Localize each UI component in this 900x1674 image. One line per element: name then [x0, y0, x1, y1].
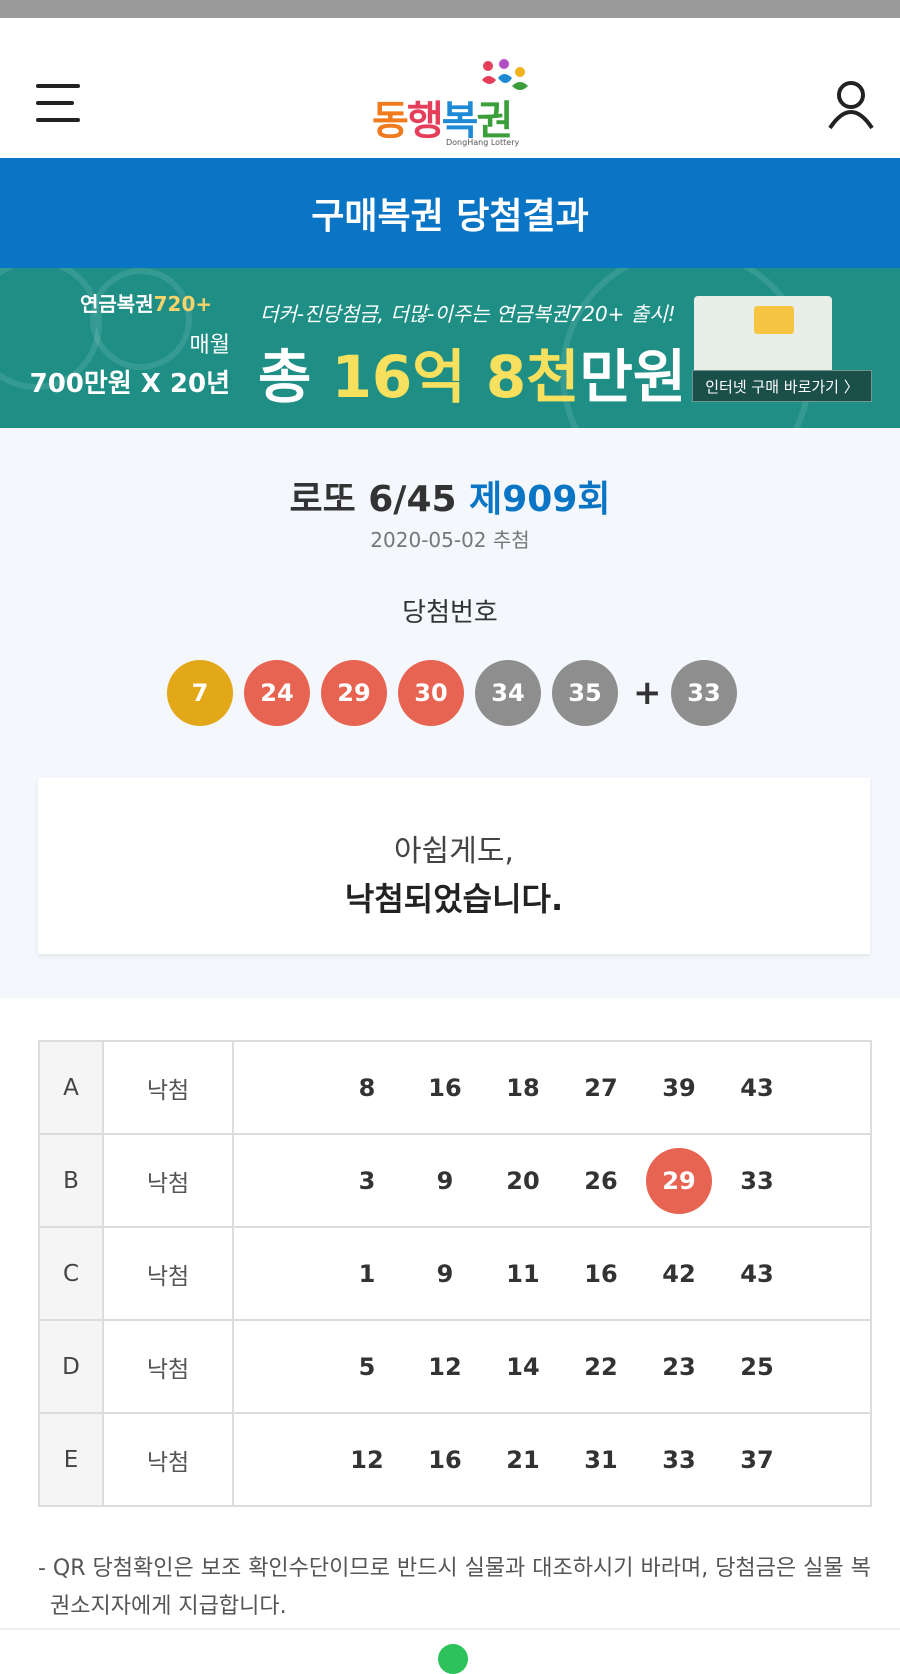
winning-number-ball: 29 — [321, 660, 387, 726]
winning-number-ball: 30 — [398, 660, 464, 726]
ticket-number: 9 — [436, 1166, 454, 1195]
ticket-numbers: 5 12 14 22 23 25 — [232, 1319, 872, 1414]
ticket-number: 12 — [350, 1445, 384, 1474]
ticket-number: 43 — [740, 1073, 774, 1102]
logo-subtitle: DongHang Lottery — [446, 138, 520, 147]
bonus-plus-sign: + — [633, 673, 662, 713]
winning-numbers-label: 당첨번호 — [402, 598, 498, 628]
ticket-number: 26 — [584, 1166, 618, 1195]
ticket-result: 낙첨 — [102, 1226, 234, 1321]
ticket-number: 27 — [584, 1073, 618, 1102]
ticket-result: 낙첨 — [102, 1133, 234, 1228]
ticket-result: 낙첨 — [102, 1040, 234, 1135]
ticket-number: 16 — [428, 1073, 462, 1102]
winning-number-ball: 35 — [552, 660, 618, 726]
result-message-line2: 낙첨되었습니다. — [344, 880, 564, 918]
ticket-number: 42 — [662, 1259, 696, 1288]
ticket-number: 11 — [506, 1259, 540, 1288]
banner-amount: 700만원 X 20년 — [29, 369, 230, 399]
ticket-number: 37 — [740, 1445, 774, 1474]
ticket-number: 31 — [584, 1445, 618, 1474]
ticket-numbers: 8 16 18 27 39 43 — [232, 1040, 872, 1135]
page-title: 구매복권 당첨결과 — [0, 158, 900, 268]
status-bar — [0, 0, 900, 18]
draw-result-panel: 로또 6/45 제909회 2020-05-02 추첨 당첨번호 7 24 29 30… — [0, 428, 900, 998]
ticket-numbers: 3 9 20 26 29 33 — [232, 1133, 872, 1228]
ticket-number: 22 — [584, 1352, 618, 1381]
winning-number-ball: 24 — [244, 660, 310, 726]
hamburger-menu-icon[interactable] — [36, 84, 80, 124]
ticket-row: A 낙첨 8 16 18 27 39 43 — [38, 1040, 872, 1135]
ticket-number: 16 — [428, 1445, 462, 1474]
ticket-number: 5 — [358, 1352, 376, 1381]
result-message-line1: 아쉽게도, — [394, 834, 514, 869]
ticket-label: D — [38, 1319, 104, 1414]
ticket-numbers: 12 16 21 31 33 37 — [232, 1412, 872, 1507]
ticket-number: 25 — [740, 1352, 774, 1381]
donghang-lottery-logo[interactable]: 동행복권 DongHang Lottery — [368, 58, 548, 154]
ticket-number-matched: 29 — [646, 1147, 712, 1214]
banner-monthly: 매월 — [189, 333, 230, 358]
banner-purchase-link[interactable]: 인터넷 구매 바로가기 〉 — [692, 370, 872, 402]
ticket-results-table: A 낙첨 8 16 18 27 39 43 B 낙첨 3 9 20 26 29 33 C 낙첨 1 9 11 16 42 43… — [38, 1040, 872, 1507]
ticket-label: E — [38, 1412, 104, 1507]
ticket-number: 33 — [662, 1445, 696, 1474]
ticket-number: 39 — [662, 1073, 696, 1102]
ticket-number: 16 — [584, 1259, 618, 1288]
ticket-number: 18 — [506, 1073, 540, 1102]
ticket-row: E 낙첨 12 16 21 31 33 37 — [38, 1412, 872, 1507]
ticket-number: 12 — [428, 1352, 462, 1381]
bottom-divider — [0, 1628, 900, 1630]
ticket-number: 23 — [662, 1352, 696, 1381]
top-navigation: 동행복권 DongHang Lottery — [0, 18, 900, 158]
ticket-number: 43 — [740, 1259, 774, 1288]
ticket-number: 21 — [506, 1445, 540, 1474]
ticket-row: D 낙첨 5 12 14 22 23 25 — [38, 1319, 872, 1414]
ticket-number: 33 — [740, 1166, 774, 1195]
ticket-result: 낙첨 — [102, 1319, 234, 1414]
ticket-numbers: 1 9 11 16 42 43 — [232, 1226, 872, 1321]
result-message-card: 아쉽게도, 낙첨되었습니다. — [38, 778, 870, 954]
ticket-number: 14 — [506, 1352, 540, 1381]
ticket-row: B 낙첨 3 9 20 26 29 33 — [38, 1133, 872, 1228]
pension-lottery-banner[interactable]: 연금복권720+ 매월 700만원 X 20년 더커-진당첨금, 더많-이주는 … — [0, 268, 900, 428]
banner-brand: 연금복권720+ — [80, 292, 213, 316]
banner-left-block: 연금복권720+ 매월 700만원 X 20년 — [20, 288, 230, 400]
draw-date: 2020-05-02 추첨 — [370, 528, 530, 552]
ticket-number: 3 — [358, 1166, 376, 1195]
ticket-label: A — [38, 1040, 104, 1135]
draw-round-title: 로또 6/45 제909회 — [289, 479, 611, 520]
banner-tagline: 더커-진당첨금, 더많-이주는 연금복권720+ 출시! — [260, 302, 676, 326]
banner-total-prize: 총 16억 8천만원 — [258, 343, 687, 411]
bonus-number-ball: 33 — [671, 660, 737, 726]
winning-number-ball: 34 — [475, 660, 541, 726]
winning-number-ball: 7 — [167, 660, 233, 726]
ticket-row: C 낙첨 1 9 11 16 42 43 — [38, 1226, 872, 1321]
ticket-number: 1 — [358, 1259, 376, 1288]
ticket-number: 9 — [436, 1259, 454, 1288]
floating-action-icon[interactable] — [438, 1644, 468, 1674]
ticket-number: 20 — [506, 1166, 540, 1195]
ticket-label: B — [38, 1133, 104, 1228]
ticket-result: 낙첨 — [102, 1412, 234, 1507]
winning-numbers: 7 24 29 30 34 35 +33 — [167, 660, 748, 726]
qr-notice: - QR 당첨확인은 보조 확인수단이므로 반드시 실물과 대조하시기 바라며,… — [38, 1556, 871, 1619]
user-icon[interactable] — [826, 78, 876, 130]
ticket-number: 8 — [358, 1073, 376, 1102]
ticket-label: C — [38, 1226, 104, 1321]
